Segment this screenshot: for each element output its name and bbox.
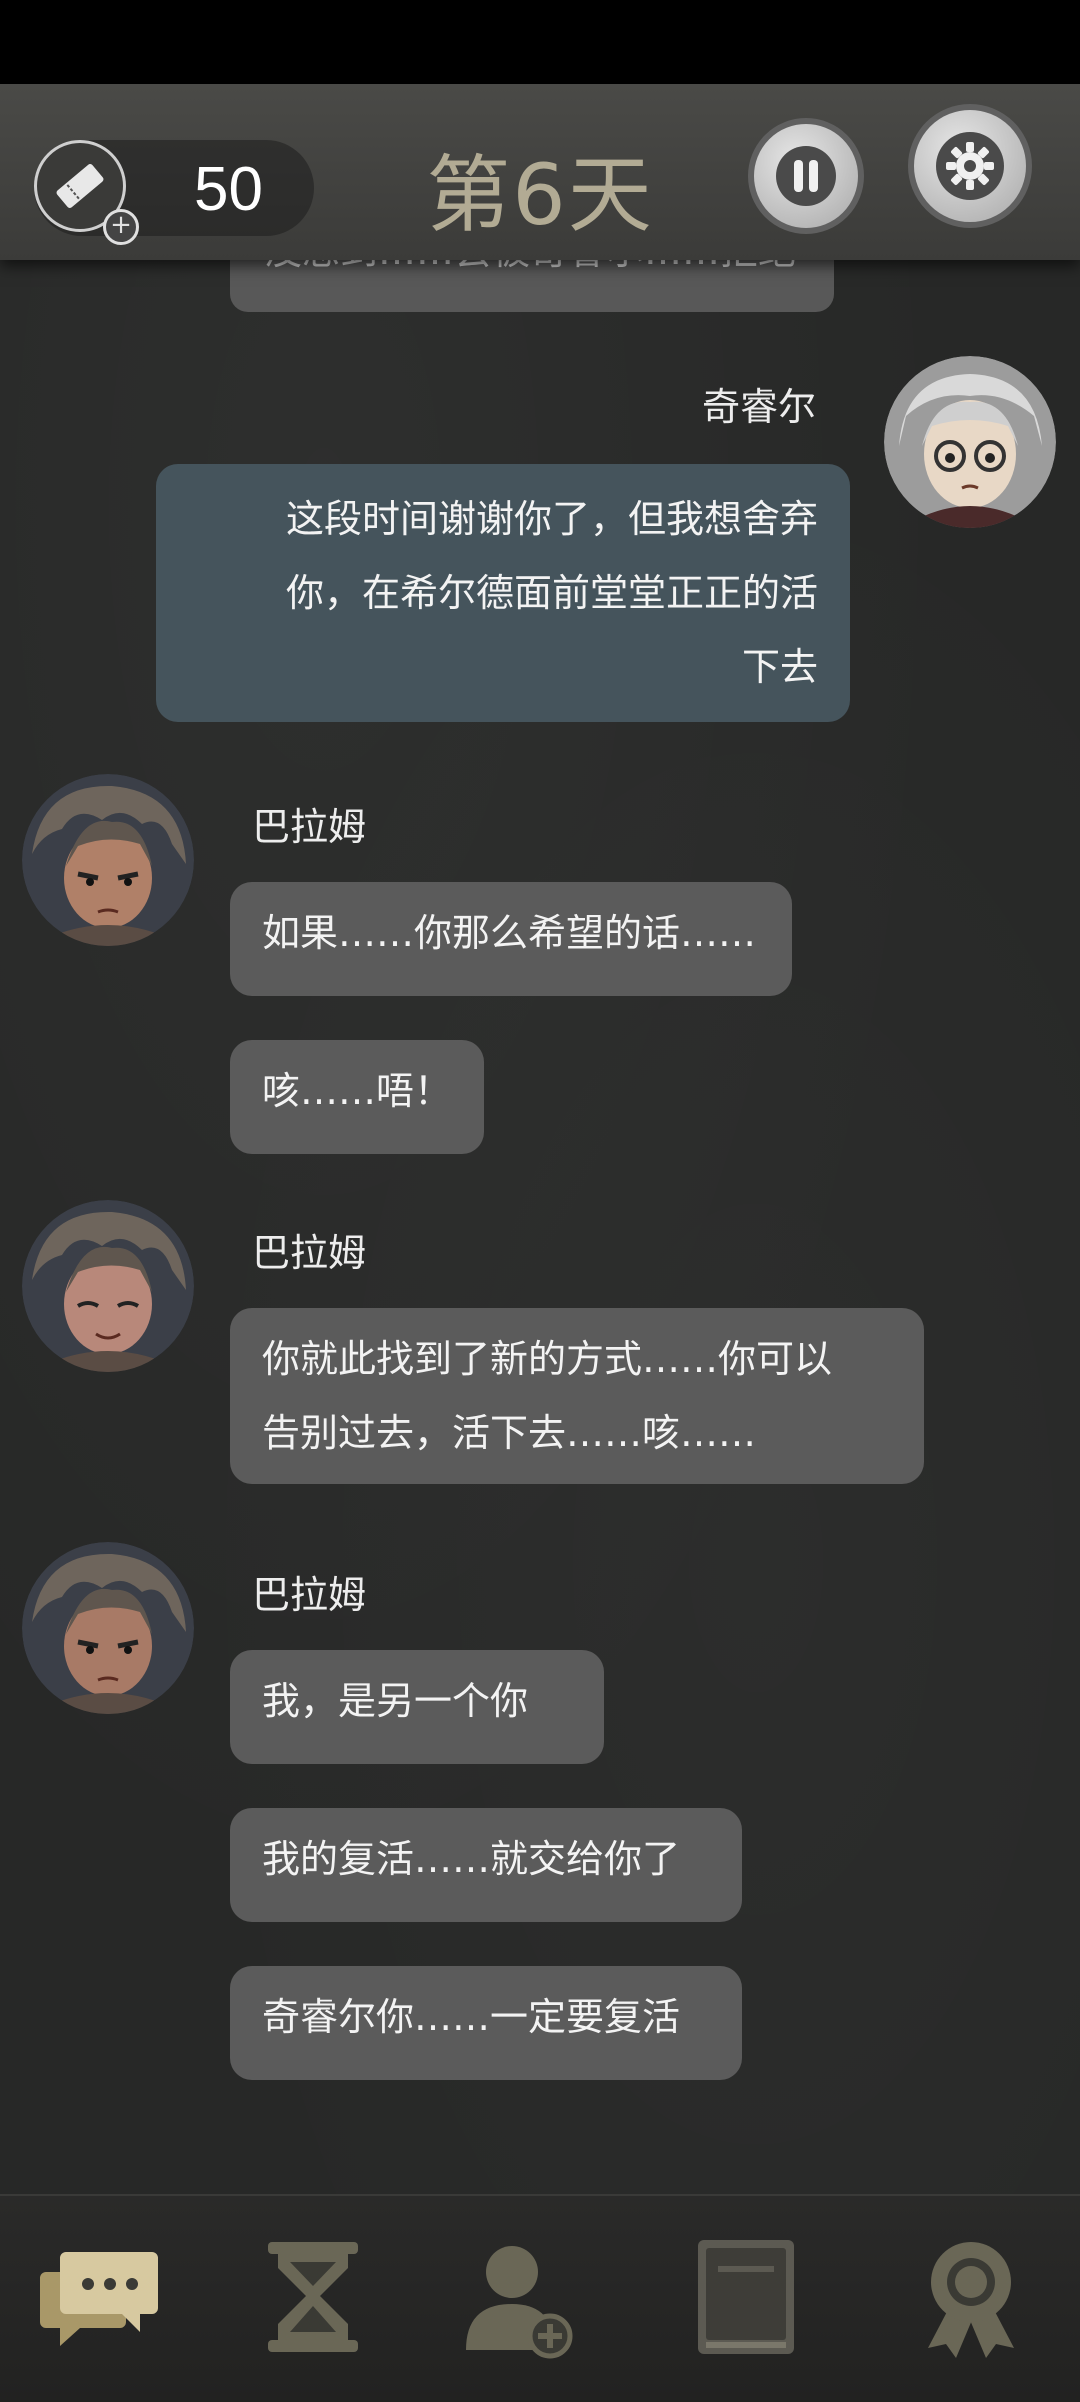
nav-book[interactable]: [680, 2232, 810, 2362]
book-icon: [698, 2240, 794, 2354]
pause-icon: [776, 146, 836, 206]
message-line: 你，在希尔德面前堂堂正正的活: [285, 571, 818, 615]
bottom-navigation: [0, 2194, 1080, 2402]
message-text: 如果……你那么希望的话……: [262, 911, 757, 955]
message-bubble: 你就此找到了新的方式……你可以 告别过去，活下去……咳……: [230, 1308, 924, 1484]
speaker-name: 巴拉姆: [252, 805, 367, 849]
message-line: 这段时间谢谢你了，但我想舍弃: [285, 497, 818, 541]
message-bubble: 我，是另一个你: [230, 1650, 604, 1764]
avatar-balamu[interactable]: [22, 774, 194, 946]
message-bubble: 我的复活……就交给你了: [230, 1808, 742, 1922]
gear-icon: [936, 132, 1004, 200]
nav-add-person[interactable]: [450, 2232, 580, 2362]
speaker-name: 奇睿尔: [702, 385, 817, 429]
speaker-name: 巴拉姆: [252, 1573, 367, 1617]
settings-button[interactable]: [908, 104, 1032, 228]
avatar-balamu[interactable]: [22, 1200, 194, 1372]
message-text: 我的复活……就交给你了: [262, 1837, 681, 1881]
message-bubble: 如果……你那么希望的话……: [230, 882, 792, 996]
nav-hourglass[interactable]: [248, 2232, 378, 2362]
message-bubble: 咳……唔！: [230, 1040, 484, 1154]
medal-icon: [928, 2242, 1014, 2358]
chat-icon: [40, 2252, 158, 2346]
avatar-balamu[interactable]: [22, 1542, 194, 1714]
message-bubble: 这段时间谢谢你了，但我想舍弃 你，在希尔德面前堂堂正正的活 下去: [156, 464, 850, 722]
status-bar: [0, 0, 1080, 84]
speaker-name: 巴拉姆: [252, 1231, 367, 1275]
message-line: 告别过去，活下去……咳……: [262, 1411, 757, 1455]
message-line: 你就此找到了新的方式……你可以: [262, 1337, 833, 1381]
nav-medal[interactable]: [906, 2232, 1036, 2362]
chat-area[interactable]: 没想到……会被奇睿尔……拒绝 奇睿尔 这段时间谢谢你了，但我想舍弃 你，在希尔德…: [0, 84, 1080, 2194]
message-text: 奇睿尔你……一定要复活: [262, 1995, 681, 2039]
message-bubble: 奇睿尔你……一定要复活: [230, 1966, 742, 2080]
top-header: + 50 第6天: [0, 84, 1080, 260]
hourglass-icon: [268, 2242, 358, 2352]
message-text: 我，是另一个你: [262, 1679, 529, 1723]
message-line: 下去: [741, 645, 818, 689]
nav-chat[interactable]: [36, 2232, 166, 2362]
avatar-qiruier[interactable]: [884, 356, 1056, 528]
message-text: 咳……唔！: [262, 1069, 453, 1113]
pause-button[interactable]: [748, 118, 864, 234]
add-person-icon: [466, 2246, 573, 2359]
